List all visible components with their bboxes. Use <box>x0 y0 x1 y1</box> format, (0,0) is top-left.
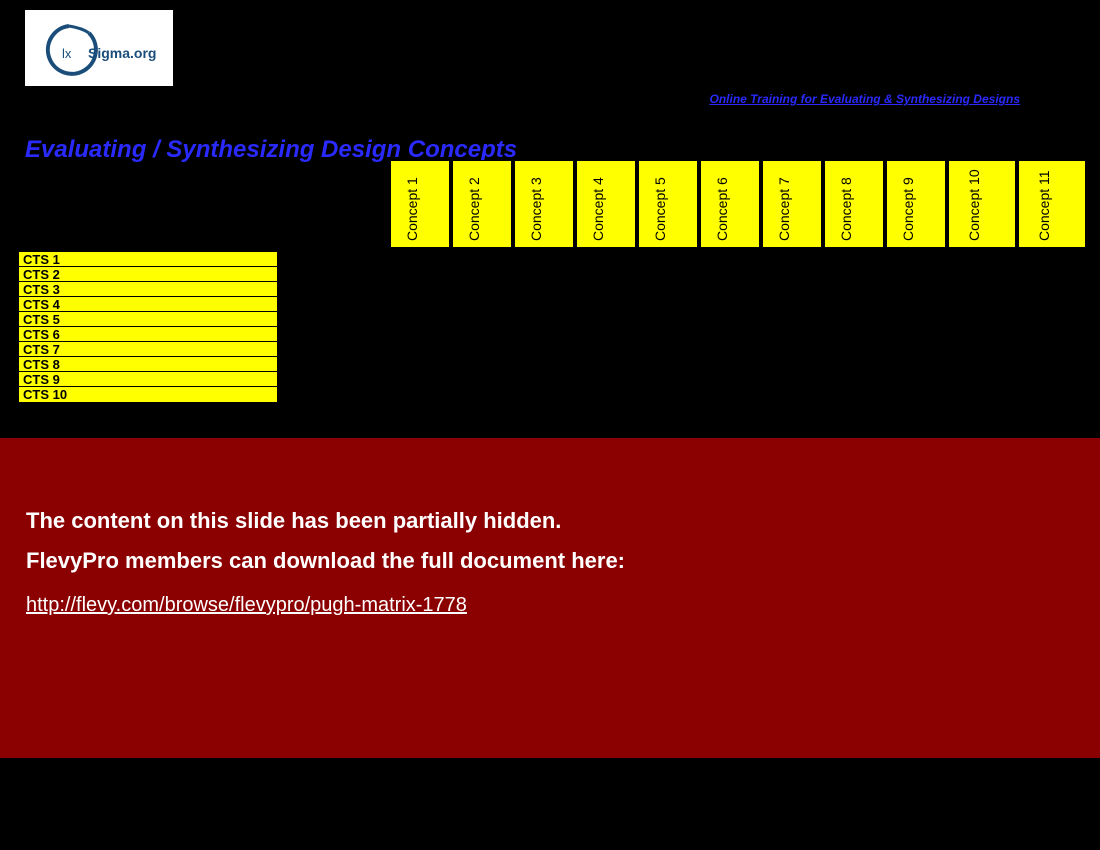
cts-row: CTS 4 <box>19 297 277 312</box>
concept-header: Concept 6 <box>700 160 760 248</box>
concept-header: Concept 5 <box>638 160 698 248</box>
concept-header: Concept 11 <box>1018 160 1086 248</box>
concept-header: Concept 9 <box>886 160 946 248</box>
logo-text-right: Sigma.org <box>88 45 156 61</box>
cts-row: CTS 9 <box>19 372 277 387</box>
cts-row: CTS 8 <box>19 357 277 372</box>
concept-header: Concept 2 <box>452 160 512 248</box>
concept-header: Concept 4 <box>576 160 636 248</box>
logo-text-left: lx <box>62 46 72 61</box>
concept-header: Concept 3 <box>514 160 574 248</box>
overlay-text-line2: FlevyPro members can download the full d… <box>26 548 1074 574</box>
hidden-content-overlay: The content on this slide has been parti… <box>0 438 1100 758</box>
concept-header: Concept 10 <box>948 160 1016 248</box>
concept-header: Concept 8 <box>824 160 884 248</box>
concepts-header-row: Concept 1 Concept 2 Concept 3 Concept 4 … <box>390 160 1086 248</box>
cts-row: CTS 7 <box>19 342 277 357</box>
cts-row: CTS 5 <box>19 312 277 327</box>
cts-row: CTS 10 <box>19 387 277 402</box>
cts-row: CTS 1 <box>19 252 277 267</box>
concept-header: Concept 7 <box>762 160 822 248</box>
training-link[interactable]: Online Training for Evaluating & Synthes… <box>710 92 1021 106</box>
cts-row: CTS 2 <box>19 267 277 282</box>
overlay-download-link[interactable]: http://flevy.com/browse/flevypro/pugh-ma… <box>26 594 467 617</box>
cts-row: CTS 3 <box>19 282 277 297</box>
concept-header: Concept 1 <box>390 160 450 248</box>
overlay-text-line1: The content on this slide has been parti… <box>26 508 1074 534</box>
six-sigma-logo-icon: lx Sigma.org <box>34 18 164 78</box>
logo: lx Sigma.org <box>25 10 173 86</box>
cts-row: CTS 6 <box>19 327 277 342</box>
cts-column: CTS 1 CTS 2 CTS 3 CTS 4 CTS 5 CTS 6 CTS … <box>18 251 278 403</box>
